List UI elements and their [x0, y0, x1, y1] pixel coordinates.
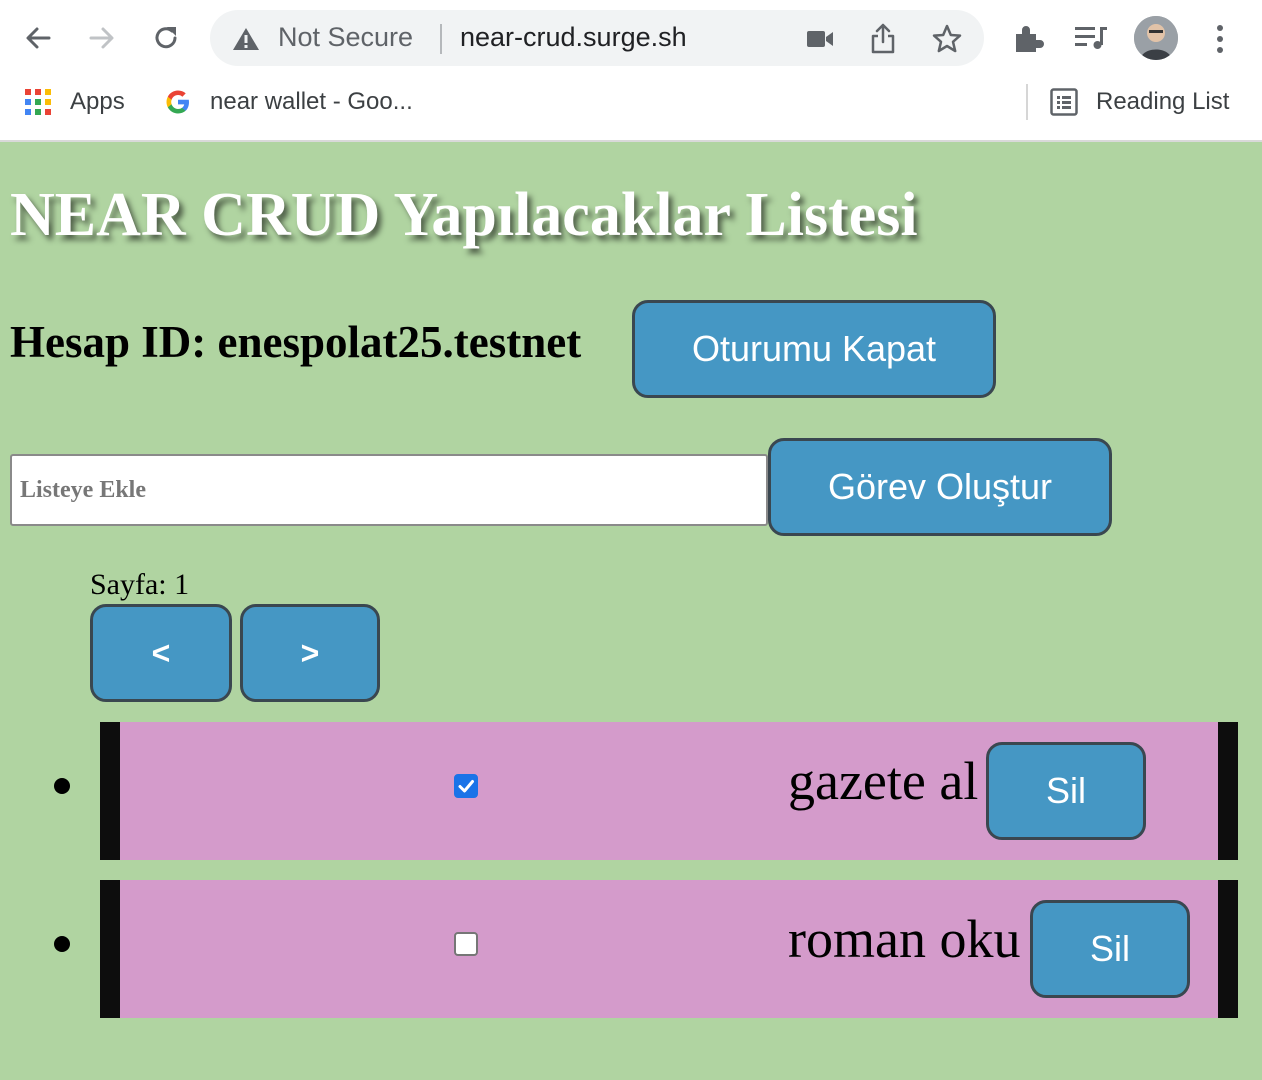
prev-page-button[interactable]: <: [90, 604, 232, 702]
todo-checkbox[interactable]: [454, 932, 478, 956]
google-icon: [164, 88, 192, 116]
security-label[interactable]: Not Secure: [278, 22, 413, 53]
bookmark-divider: [1026, 84, 1028, 120]
create-task-button[interactable]: Görev Oluştur: [768, 438, 1112, 536]
extensions-icon[interactable]: [1012, 22, 1044, 59]
list-bullet: [54, 936, 70, 952]
account-id: Hesap ID: enespolat25.testnet: [10, 317, 582, 367]
page-title: NEAR CRUD Yapılacaklar Listesi: [10, 181, 918, 249]
page-number: Sayfa: 1: [90, 568, 190, 601]
bookmark-star-icon[interactable]: [932, 24, 962, 59]
todo-text: gazete al: [788, 751, 979, 811]
camera-icon[interactable]: [806, 28, 834, 55]
url-text[interactable]: near-crud.surge.sh: [460, 22, 687, 53]
back-icon[interactable]: [18, 18, 58, 58]
bookmark-apps[interactable]: Apps: [24, 84, 125, 120]
delete-task-button[interactable]: Sil: [1030, 900, 1190, 998]
reload-icon[interactable]: [146, 18, 186, 58]
warning-icon: [232, 26, 260, 57]
bookmark-near-wallet[interactable]: near wallet - Goo...: [164, 84, 413, 120]
delete-task-button[interactable]: Sil: [986, 742, 1146, 840]
bookmark-apps-label: Apps: [70, 88, 125, 115]
forward-icon[interactable]: [82, 18, 122, 58]
todo-item: gazete al Sil: [100, 722, 1238, 860]
list-bullet: [54, 778, 70, 794]
bookmark-near-wallet-label: near wallet - Goo...: [210, 88, 413, 115]
apps-grid-icon: [24, 88, 52, 116]
profile-avatar[interactable]: [1134, 16, 1178, 60]
reading-list-label: Reading List: [1096, 88, 1230, 115]
reading-list-icon: [1050, 88, 1078, 116]
todo-item: roman oku Sil: [100, 880, 1238, 1018]
todo-checkbox[interactable]: [454, 774, 478, 798]
media-queue-icon[interactable]: [1074, 24, 1108, 57]
new-task-input[interactable]: [10, 454, 768, 526]
logout-button[interactable]: Oturumu Kapat: [632, 300, 996, 398]
checkmark-icon: [458, 780, 474, 793]
omnibox-divider: [440, 24, 442, 54]
next-page-button[interactable]: >: [240, 604, 380, 702]
share-icon[interactable]: [870, 22, 896, 59]
browser-chrome: Not Secure near-crud.surge.sh Apps near …: [0, 0, 1262, 142]
reading-list-button[interactable]: Reading List: [1050, 84, 1229, 120]
todo-text: roman oku: [788, 909, 1021, 969]
menu-kebab-icon[interactable]: [1210, 24, 1230, 59]
address-bar[interactable]: Not Secure near-crud.surge.sh: [210, 10, 984, 66]
